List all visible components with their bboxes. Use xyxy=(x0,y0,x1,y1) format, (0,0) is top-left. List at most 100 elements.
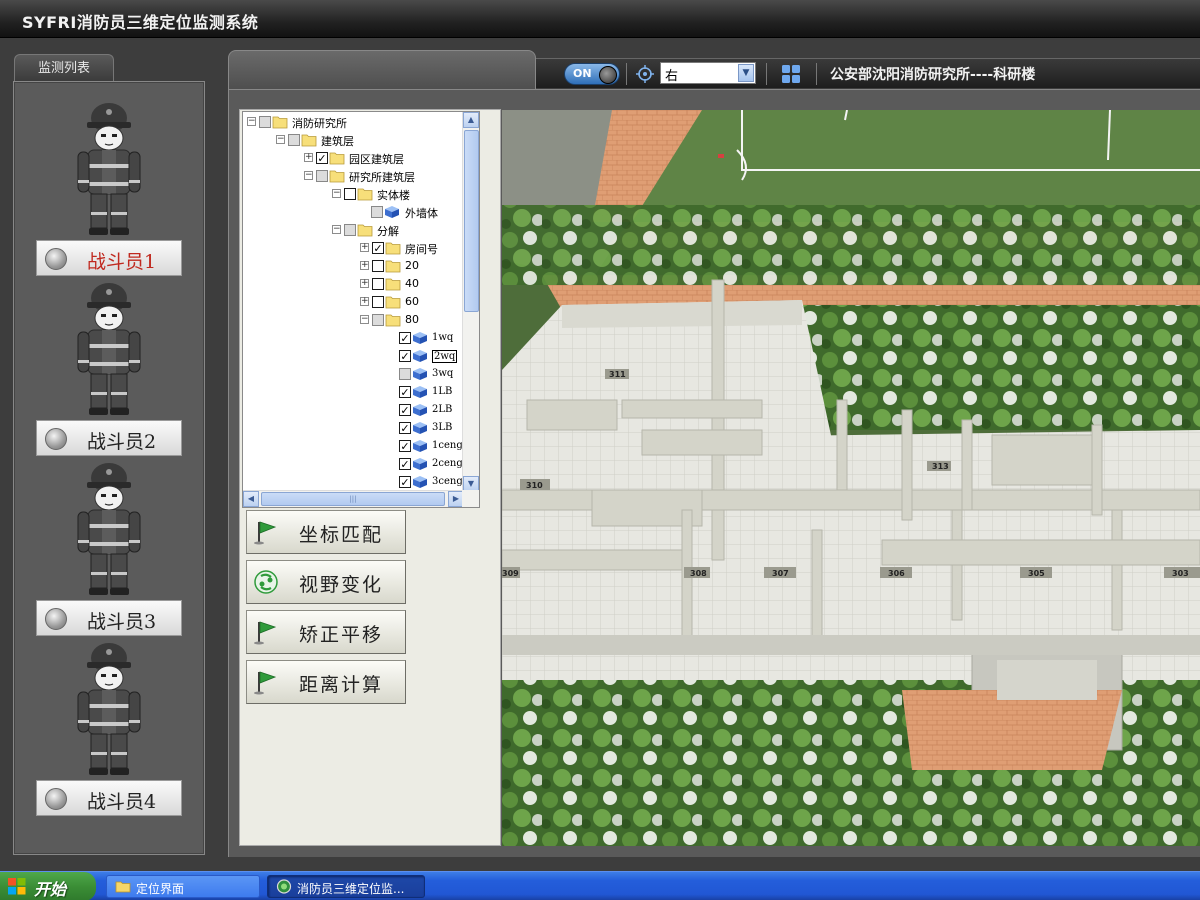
firefighter-card: 战斗员4 xyxy=(14,640,206,820)
firefighter-button[interactable]: 战斗员1 xyxy=(36,240,182,276)
locate-icon[interactable] xyxy=(636,65,654,83)
tree-node[interactable]: ✓ 2LB xyxy=(243,401,464,419)
scroll-thumb[interactable]: ||| xyxy=(261,492,445,506)
taskbar-item-locate-view[interactable]: 定位界面 xyxy=(106,875,260,898)
taskbar-item-app[interactable]: 消防员三维定位监... xyxy=(267,875,425,898)
firefighter-figure xyxy=(72,460,146,596)
collapse-icon[interactable]: − xyxy=(332,225,341,234)
view-toolbar: ON 右 ▼ 公安部沈阳消防研究所----科研楼 xyxy=(536,58,1200,88)
tree-node[interactable]: − 实体楼 xyxy=(243,185,464,203)
tab-monitor-list[interactable]: 监测列表 xyxy=(14,54,114,82)
tree-node[interactable]: + ✓ 园区建筑层 xyxy=(243,149,464,167)
action-button[interactable]: 矫正平移 xyxy=(246,610,406,654)
collapse-icon[interactable]: − xyxy=(332,189,341,198)
tree-checkbox[interactable] xyxy=(372,260,384,272)
tree-node[interactable]: +20 xyxy=(243,257,464,275)
tree-node[interactable]: − 消防研究所 xyxy=(243,113,464,131)
room-number: 311 xyxy=(609,370,626,379)
tree-checkbox[interactable]: ✓ xyxy=(399,440,411,452)
room-label: 305 xyxy=(1020,567,1052,578)
room-number: 306 xyxy=(888,569,905,578)
tree-checkbox[interactable]: ✓ xyxy=(316,152,328,164)
tree-checkbox[interactable]: ✓ xyxy=(399,422,411,434)
tree-checkbox[interactable]: ✓ xyxy=(399,332,411,344)
windows-logo-icon xyxy=(8,878,26,895)
start-button[interactable]: 开始 xyxy=(0,872,96,900)
firefighter-card: 战斗员1 xyxy=(14,100,206,280)
tree-vertical-scrollbar[interactable]: ▲ ▼ xyxy=(462,112,479,492)
tree-rows: − 消防研究所 − 建筑层 + ✓ 园区建筑层 − 研究所建筑层 − 实体楼 外墙体 − 分解 + ✓ 房间号 +… xyxy=(243,112,464,492)
tree-checkbox[interactable]: ✓ xyxy=(399,476,411,488)
tree-node-label: 园区建筑层 xyxy=(349,153,404,166)
tree-horizontal-scrollbar[interactable]: ◀ ||| ▶ xyxy=(243,490,464,507)
tree-node[interactable]: ✓ 3ceng xyxy=(243,473,464,491)
tree-node[interactable]: ✓ 1ceng xyxy=(243,437,464,455)
scroll-thumb[interactable] xyxy=(464,130,479,312)
scroll-up-icon[interactable]: ▲ xyxy=(463,112,479,128)
expand-icon[interactable]: + xyxy=(360,297,369,306)
expand-icon[interactable]: + xyxy=(360,261,369,270)
firefighter-label: 战斗员3 xyxy=(87,611,157,633)
view-direction-select[interactable]: 右 ▼ xyxy=(660,62,756,84)
firefighter-button[interactable]: 战斗员3 xyxy=(36,600,182,636)
tree-node-label: 3ceng xyxy=(432,476,463,487)
scroll-left-icon[interactable]: ◀ xyxy=(243,491,259,507)
tree-checkbox[interactable]: ✓ xyxy=(399,404,411,416)
power-toggle[interactable]: ON xyxy=(564,63,620,85)
tree-checkbox[interactable] xyxy=(316,170,328,182)
collapse-icon[interactable]: − xyxy=(276,135,285,144)
tree-node[interactable]: ✓ 3LB xyxy=(243,419,464,437)
grid-layout-icon[interactable] xyxy=(780,63,802,85)
tree-node[interactable]: +40 xyxy=(243,275,464,293)
collapse-icon[interactable]: − xyxy=(247,117,256,126)
firefighter-avatar-icon xyxy=(77,283,141,415)
tree-checkbox[interactable]: ✓ xyxy=(399,458,411,470)
tree-checkbox[interactable] xyxy=(372,278,384,290)
folder-icon xyxy=(357,224,373,237)
action-button[interactable]: 视野变化 xyxy=(246,560,406,604)
expand-icon[interactable]: + xyxy=(360,279,369,288)
tree-checkbox[interactable] xyxy=(399,368,411,380)
tree-node[interactable]: 外墙体 xyxy=(243,203,464,221)
tree-checkbox[interactable] xyxy=(372,314,384,326)
collapse-icon[interactable]: − xyxy=(304,171,313,180)
tree-node-label: 2LB xyxy=(432,404,453,415)
tree-checkbox[interactable]: ✓ xyxy=(399,386,411,398)
collapse-icon[interactable]: − xyxy=(360,315,369,324)
tree-checkbox[interactable] xyxy=(259,116,271,128)
tree-node[interactable]: ✓ 1wq xyxy=(243,329,464,347)
3d-building-view[interactable]: 311 310 309 308 307 306 305 303 313 xyxy=(502,110,1200,846)
tree-checkbox[interactable] xyxy=(288,134,300,146)
folder-icon xyxy=(115,881,131,893)
tree-checkbox[interactable] xyxy=(372,296,384,308)
tree-node[interactable]: − 建筑层 xyxy=(243,131,464,149)
chevron-down-icon[interactable]: ▼ xyxy=(738,64,754,82)
layer-tree: − 消防研究所 − 建筑层 + ✓ 园区建筑层 − 研究所建筑层 − 实体楼 外墙体 − 分解 + ✓ 房间号 +… xyxy=(242,111,480,508)
action-button[interactable]: 坐标匹配 xyxy=(246,510,406,554)
firefighter-avatar-icon xyxy=(77,463,141,595)
firefighter-button[interactable]: 战斗员2 xyxy=(36,420,182,456)
room-label: 310 xyxy=(520,479,550,490)
tree-node[interactable]: ✓ 2ceng xyxy=(243,455,464,473)
tree-node[interactable]: ✓ 1LB xyxy=(243,383,464,401)
firefighter-button[interactable]: 战斗员4 xyxy=(36,780,182,816)
tree-node[interactable]: 3wq xyxy=(243,365,464,383)
room-number: 303 xyxy=(1172,569,1189,578)
tree-checkbox[interactable]: ✓ xyxy=(372,242,384,254)
tree-node[interactable]: − 研究所建筑层 xyxy=(243,167,464,185)
tree-checkbox[interactable] xyxy=(344,188,356,200)
expand-icon[interactable]: + xyxy=(360,243,369,252)
tree-node[interactable]: ✓ 2wq xyxy=(243,347,464,365)
main-view-tab[interactable] xyxy=(228,50,536,90)
tree-checkbox[interactable] xyxy=(344,224,356,236)
tree-node[interactable]: − 分解 xyxy=(243,221,464,239)
tree-checkbox[interactable]: ✓ xyxy=(399,350,411,362)
firefighter-label: 战斗员2 xyxy=(87,431,157,453)
tree-checkbox[interactable] xyxy=(371,206,383,218)
action-button[interactable]: 距离计算 xyxy=(246,660,406,704)
tree-node[interactable]: − 80 xyxy=(243,311,464,329)
tree-node[interactable]: +60 xyxy=(243,293,464,311)
folder-icon xyxy=(329,152,345,165)
tree-node[interactable]: + ✓ 房间号 xyxy=(243,239,464,257)
expand-icon[interactable]: + xyxy=(304,153,313,162)
